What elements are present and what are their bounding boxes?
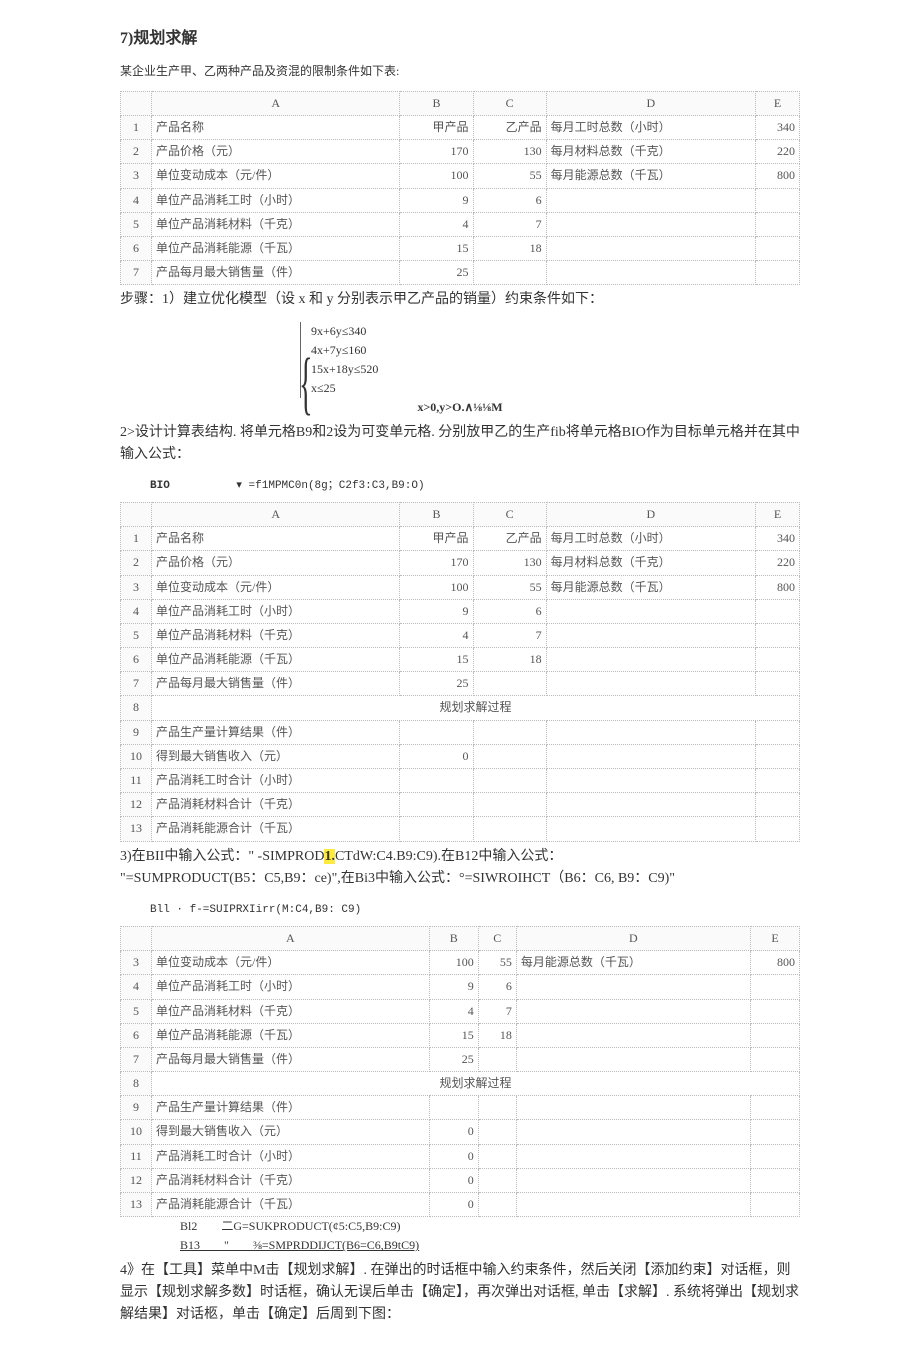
- spreadsheet-table-3: ABCDE 3单位变动成本（元/件）10055每月能源总数（千瓦）8004单位产…: [120, 926, 800, 1217]
- constraints-block: 9x+6y≤340 4x+7y≤160 15x+18y≤520 x≤25: [300, 322, 800, 399]
- extra-formula-b13: B13 " ⅜=SMPRDDIJCT(B6=C6,B9tC9): [180, 1236, 800, 1255]
- section-title: 7)规划求解: [120, 26, 800, 52]
- spreadsheet-table-2: ABCDE 1产品名称甲产品乙产品每月工时总数（小时）3402产品价格（元）17…: [120, 502, 800, 842]
- step-4-text: 4》在【工具】菜单中M击【规划求解】. 在弹出的时话框中输入约束条件，然后关闭【…: [120, 1260, 800, 1327]
- constraint-extra: x>0,y>O.∧⅛⅛M: [120, 398, 800, 417]
- intro-text: 某企业生产甲、乙两种产品及资混的限制条件如下表:: [120, 62, 800, 81]
- step-2-text: 2>设计计算表结构. 将单元格B9和2设为可变单元格. 分别放甲乙的生产fib将…: [120, 422, 800, 467]
- formula-bar-1: BIO ▾ =f1MPMC0n(8g；C2f3:C3,B9:O): [120, 476, 800, 502]
- extra-formula-b12: Bl2 二G=SUKPRODUCT(¢5:C5,B9:C9): [180, 1217, 800, 1236]
- step-3-text: 3)在BII中输入公式：" -SIMPROD1.CTdW:C4.B9:C9).在…: [120, 846, 800, 891]
- step-1-text: 步骤：1）建立优化模型（设 x 和 y 分别表示甲乙产品的销量）约束条件如下：: [120, 289, 800, 311]
- spreadsheet-table-1: ABCDE 1产品名称甲产品乙产品每月工时总数（小时）3402产品价格（元）17…: [120, 91, 800, 286]
- formula-bar-2: Bll · f-=SUIPRXIirr(M:C4,B9: C9): [120, 900, 800, 926]
